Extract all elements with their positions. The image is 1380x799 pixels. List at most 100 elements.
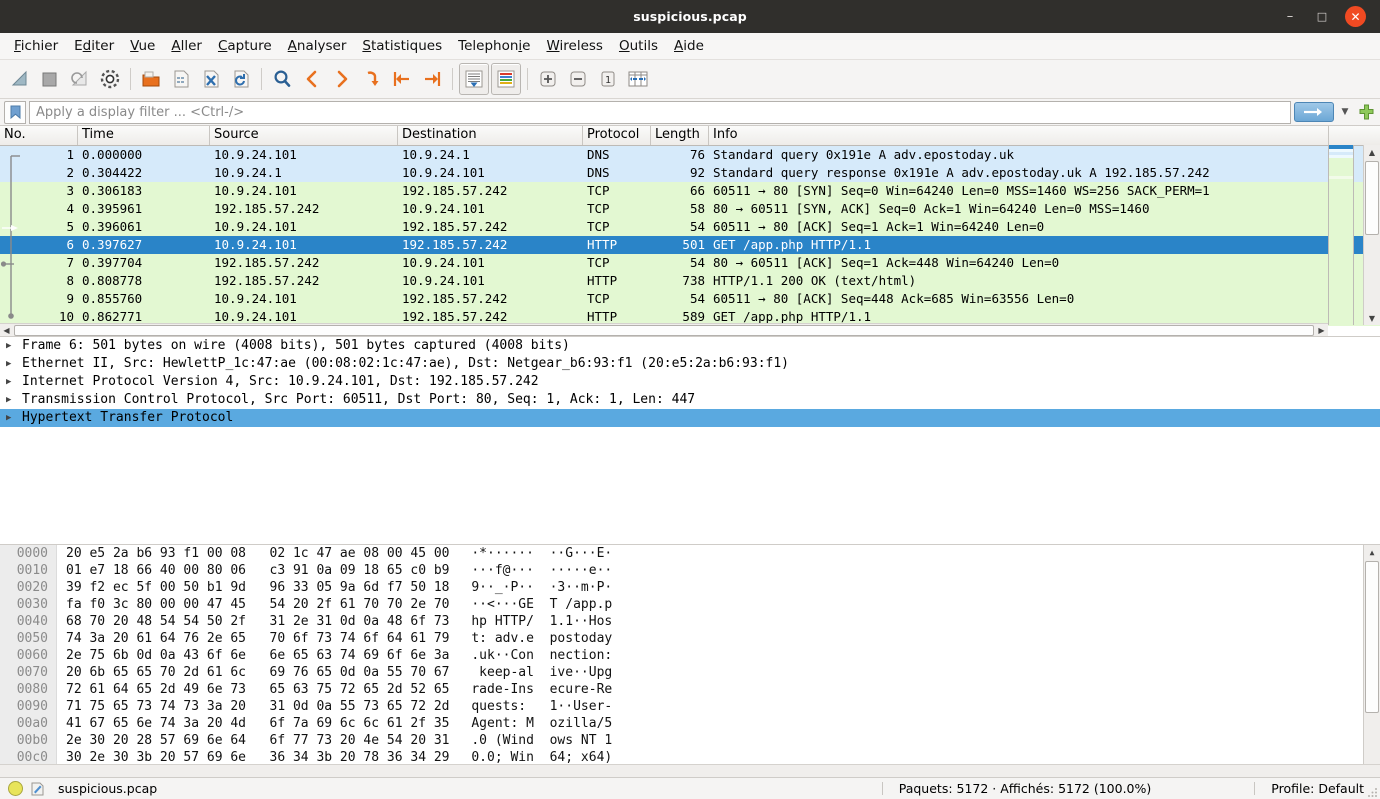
hex-row[interactable]: 0090 71 75 65 73 74 73 3a 20 31 0d 0a 55 … [0, 698, 1380, 715]
hex-scrollbar[interactable]: ▲ ▼ [1363, 545, 1380, 777]
hex-bytes: 71 75 65 73 74 73 3a 20 31 0d 0a 55 73 6… [66, 699, 450, 714]
hscroll-left-arrow[interactable]: ◀ [0, 326, 13, 335]
zoom-out-icon[interactable] [564, 64, 592, 94]
packet-row[interactable]: 2 0.304422 10.9.24.1 10.9.24.101 DNS 92 Standa… [0, 164, 1380, 182]
go-last-packet-icon[interactable] [418, 64, 446, 94]
zoom-in-icon[interactable] [534, 64, 562, 94]
packet-row[interactable]: 7 0.397704 192.185.57.242 10.9.24.101 TCP 54 8… [0, 254, 1380, 272]
packet-list-hscrollbar[interactable]: ◀ ▶ [0, 323, 1328, 336]
chevron-right-icon[interactable]: ▶ [6, 409, 22, 427]
scrollbar-thumb[interactable] [1365, 161, 1379, 235]
packet-cell-time: 0.000000 [82, 147, 143, 162]
hex-ascii: ···f@··· ·····e·· [463, 563, 613, 578]
menu-item-editer[interactable]: Editer [66, 35, 122, 57]
hscroll-right-arrow[interactable]: ▶ [1315, 326, 1328, 335]
column-header-no[interactable]: No. [0, 126, 78, 145]
find-packet-icon[interactable] [268, 64, 296, 94]
resize-columns-icon[interactable] [624, 64, 652, 94]
menu-item-telephonie[interactable]: Telephonie [450, 35, 538, 57]
packet-list-minimap[interactable] [1328, 145, 1354, 325]
open-file-icon[interactable] [137, 64, 165, 94]
hex-row[interactable]: 0070 20 6b 65 65 70 2d 61 6c 69 76 65 0d … [0, 664, 1380, 681]
scroll-down-arrow[interactable]: ▼ [1364, 311, 1380, 325]
packet-row[interactable]: 8 0.808778 192.185.57.242 10.9.24.101 HTTP 73… [0, 272, 1380, 290]
bookmark-icon[interactable] [4, 100, 26, 124]
hex-row[interactable]: 0030 fa f0 3c 80 00 00 47 45 54 20 2f 61 … [0, 596, 1380, 613]
detail-row[interactable]: ▶ Frame 6: 501 bytes on wire (4008 bits),… [0, 337, 1380, 355]
menu-item-aide[interactable]: Aide [666, 35, 712, 57]
detail-row[interactable]: ▶ Hypertext Transfer Protocol [0, 409, 1380, 427]
packet-bytes-pane[interactable]: 0000 20 e5 2a b6 93 f1 00 08 02 1c 47 ae … [0, 544, 1380, 777]
capture-options-icon[interactable] [96, 64, 124, 94]
resize-grip[interactable] [1366, 785, 1378, 797]
scroll-up-arrow[interactable]: ▲ [1364, 145, 1380, 159]
detail-row[interactable]: ▶ Transmission Control Protocol, Src Port… [0, 391, 1380, 409]
auto-scroll-icon[interactable] [459, 63, 489, 95]
column-header-info[interactable]: Info [709, 126, 1329, 145]
menu-item-vue[interactable]: Vue [122, 35, 163, 57]
menu-item-analyser[interactable]: Analyser [280, 35, 355, 57]
packet-row[interactable]: 4 0.395961 192.185.57.242 10.9.24.101 TCP 58 8… [0, 200, 1380, 218]
hex-row[interactable]: 00a0 41 67 65 6e 74 3a 20 4d 6f 7a 69 6c … [0, 715, 1380, 732]
packet-row[interactable]: 5 0.396061 10.9.24.101 192.185.57.242 TCP 54 6… [0, 218, 1380, 236]
minimize-button[interactable]: – [1281, 8, 1299, 26]
colorize-icon[interactable] [491, 63, 521, 95]
hex-row[interactable]: 0010 01 e7 18 66 40 00 80 06 c3 91 0a 09 … [0, 562, 1380, 579]
column-header-len[interactable]: Length [651, 126, 709, 145]
expert-info-indicator[interactable] [8, 781, 23, 796]
close-button[interactable]: ✕ [1345, 6, 1366, 27]
go-first-packet-icon[interactable] [388, 64, 416, 94]
hex-scrollbar-thumb[interactable] [1365, 561, 1379, 713]
hex-row[interactable]: 0020 39 f2 ec 5f 00 50 b1 9d 96 33 05 9a … [0, 579, 1380, 596]
chevron-right-icon[interactable]: ▶ [6, 373, 22, 391]
hex-row[interactable]: 0000 20 e5 2a b6 93 f1 00 08 02 1c 47 ae … [0, 545, 1380, 562]
hex-row[interactable]: 0060 2e 75 6b 0d 0a 43 6f 6e 6e 65 63 74 … [0, 647, 1380, 664]
hex-row[interactable]: 0040 68 70 20 48 54 54 50 2f 31 2e 31 0d … [0, 613, 1380, 630]
chevron-right-icon[interactable]: ▶ [6, 391, 22, 409]
column-header-proto[interactable]: Protocol [583, 126, 651, 145]
packet-list-scrollbar[interactable]: ▲ ▼ [1363, 145, 1380, 325]
go-forward-icon[interactable] [328, 64, 356, 94]
restart-capture-icon[interactable] [66, 64, 94, 94]
column-header-dst[interactable]: Destination [398, 126, 583, 145]
packet-row[interactable]: 6 0.397627 10.9.24.101 192.185.57.242 HTTP 50… [0, 236, 1380, 254]
menu-item-aller[interactable]: Aller [163, 35, 210, 57]
hex-row[interactable]: 0050 74 3a 20 61 64 76 2e 65 70 6f 73 74 … [0, 630, 1380, 647]
detail-row[interactable]: ▶ Ethernet II, Src: HewlettP_1c:47:ae (00… [0, 355, 1380, 373]
chevron-right-icon[interactable]: ▶ [6, 355, 22, 373]
plus-icon[interactable] [1356, 104, 1376, 121]
close-file-icon[interactable] [197, 64, 225, 94]
menu-item-capture[interactable]: Capture [210, 35, 280, 57]
save-file-icon[interactable] [167, 64, 195, 94]
go-back-icon[interactable] [298, 64, 326, 94]
profile-status[interactable]: Profile: Default [1254, 781, 1364, 796]
start-capture-icon[interactable] [6, 64, 34, 94]
go-to-packet-icon[interactable] [358, 64, 386, 94]
apply-filter-button[interactable] [1294, 102, 1334, 122]
column-header-src[interactable]: Source [210, 126, 398, 145]
reload-file-icon[interactable] [227, 64, 255, 94]
menu-item-fichier[interactable]: Fichier [6, 35, 66, 57]
chevron-right-icon[interactable]: ▶ [6, 337, 22, 355]
column-header-time[interactable]: Time [78, 126, 210, 145]
stop-capture-icon[interactable] [36, 64, 64, 94]
menu-item-statistiques[interactable]: Statistiques [354, 35, 450, 57]
maximize-button[interactable]: □ [1313, 8, 1331, 26]
capture-file-properties-icon[interactable] [30, 781, 45, 796]
packet-row[interactable]: 9 0.855760 10.9.24.101 192.185.57.242 TCP 54 6… [0, 290, 1380, 308]
display-filter-input[interactable]: Apply a display filter ... <Ctrl-/> [29, 100, 1291, 124]
menu-item-outils[interactable]: Outils [611, 35, 666, 57]
zoom-reset-icon[interactable]: 1 [594, 64, 622, 94]
detail-row[interactable]: ▶ Internet Protocol Version 4, Src: 10.9.… [0, 373, 1380, 391]
packet-row[interactable]: 3 0.306183 10.9.24.101 192.185.57.242 TCP 66 6… [0, 182, 1380, 200]
menu-item-wireless[interactable]: Wireless [538, 35, 611, 57]
hex-row[interactable]: 0080 72 61 64 65 2d 49 6e 73 65 63 75 72 … [0, 681, 1380, 698]
hex-scroll-up-arrow[interactable]: ▲ [1364, 545, 1380, 559]
packet-row[interactable]: 1 0.000000 10.9.24.101 10.9.24.1 DNS 76 Standa… [0, 146, 1380, 164]
chevron-down-icon[interactable]: ▼ [1337, 107, 1353, 117]
packet-list-rows[interactable]: 1 0.000000 10.9.24.101 10.9.24.1 DNS 76 Standa… [0, 146, 1380, 336]
hscrollbar-thumb[interactable] [14, 324, 1314, 336]
hex-offset: 0060 [16, 648, 48, 663]
hex-row[interactable]: 00b0 2e 30 20 28 57 69 6e 64 6f 77 73 20 … [0, 732, 1380, 749]
packet-details-pane[interactable]: ▶ Frame 6: 501 bytes on wire (4008 bits),… [0, 336, 1380, 544]
